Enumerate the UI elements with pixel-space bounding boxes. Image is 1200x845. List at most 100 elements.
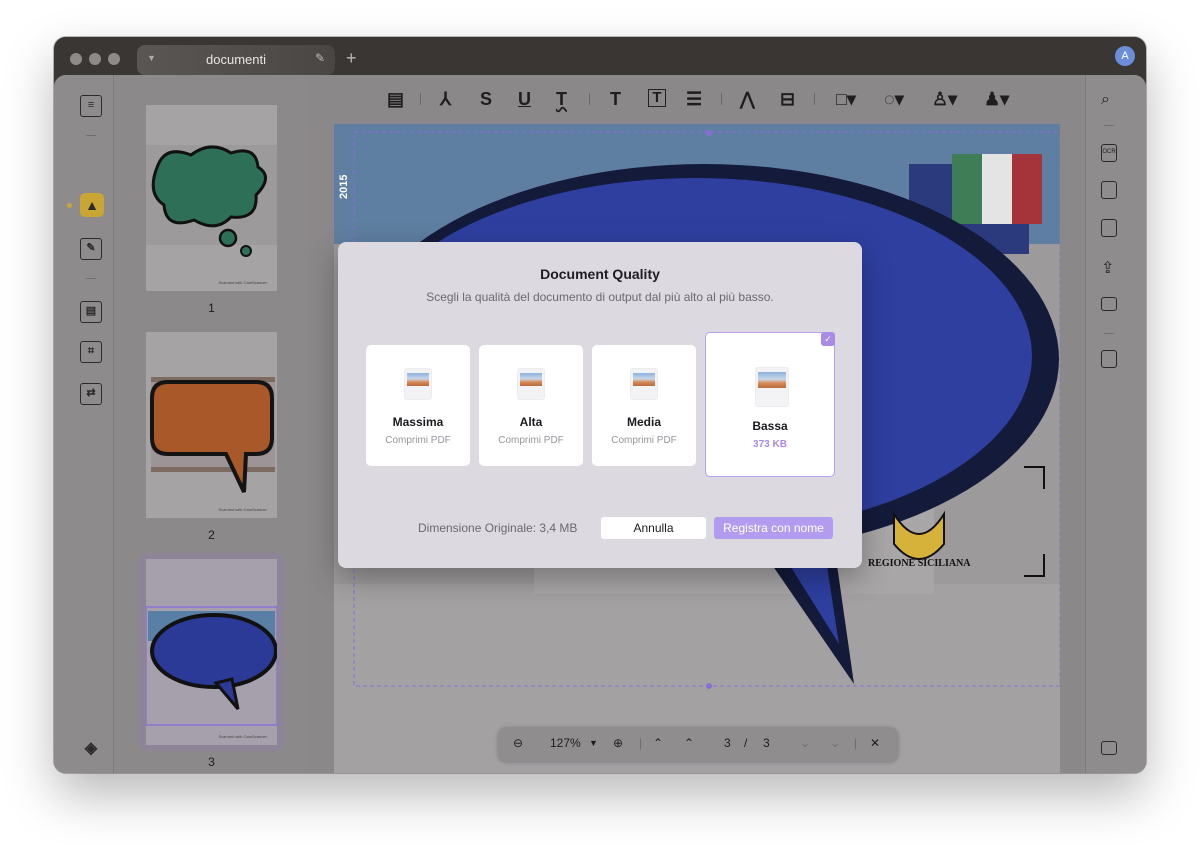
active-indicator — [67, 203, 72, 208]
crop-icon[interactable]: ⌗ — [80, 341, 102, 363]
page-2-preview — [150, 377, 275, 493]
zoom-level[interactable]: 127% — [550, 736, 581, 750]
divider — [814, 93, 815, 105]
shape-icon[interactable]: □▾ — [836, 89, 856, 110]
thumbnail-caption: Scanned with CamScanner — [218, 734, 267, 739]
document-tab[interactable]: ▼ documenti ✎ — [137, 45, 335, 75]
underline-icon[interactable]: U — [518, 89, 531, 110]
divider — [86, 278, 96, 279]
zoom-dropdown-icon[interactable]: ▼ — [589, 738, 598, 748]
document-image-icon — [631, 369, 657, 399]
tab-title: documenti — [206, 52, 266, 67]
squiggly-icon[interactable]: T — [556, 89, 567, 110]
save-icon[interactable] — [1101, 350, 1117, 368]
divider: | — [854, 736, 858, 750]
option-description: Comprimi PDF — [611, 435, 677, 446]
highlight-icon[interactable]: ⅄ — [440, 89, 451, 110]
callout-icon[interactable]: ☰ — [686, 89, 702, 110]
ocr-icon[interactable]: OCR — [1101, 144, 1117, 162]
left-toolbar: ≡ ▲ ✎ ▤ ⌗ ⇄ ◈ ⛉ — [54, 75, 114, 773]
text-icon[interactable]: T — [610, 89, 621, 110]
convert-icon[interactable] — [1101, 181, 1117, 199]
option-description: Comprimi PDF — [385, 435, 451, 446]
organize-pages-icon[interactable]: ▤ — [80, 301, 102, 323]
cancel-button[interactable]: Annulla — [601, 517, 706, 539]
reader-icon[interactable]: ≡ — [80, 95, 102, 117]
option-description: Comprimi PDF — [498, 435, 564, 446]
close-window-button[interactable] — [70, 53, 82, 65]
option-name: Massima — [392, 415, 444, 429]
save-as-button[interactable]: Registra con nome — [714, 517, 833, 539]
page-3-preview — [145, 606, 278, 726]
quality-option-media[interactable]: Media Comprimi PDF — [592, 345, 696, 466]
divider — [1104, 333, 1114, 334]
thumbnail-panel: Scanned with CamScanner 1 Scanned with C… — [115, 75, 308, 773]
dialog-title: Document Quality — [540, 266, 660, 282]
avatar[interactable]: A — [1115, 46, 1135, 66]
eraser-icon[interactable]: ⊟ — [780, 89, 795, 110]
convert-icon[interactable]: ⇄ — [80, 383, 102, 405]
first-page-icon[interactable]: ⌃ — [653, 736, 663, 750]
thumbnail-number: 1 — [208, 301, 215, 315]
page-navigation-bar: ⊖ 127% ▼ ⊕ | ⌃ ⌃ 3 / 3 ⌄ ⌄ | ✕ — [498, 727, 898, 761]
zoom-out-icon[interactable]: ⊖ — [513, 736, 523, 750]
search-icon[interactable]: ⌕ — [1101, 91, 1117, 109]
close-navigation-icon[interactable]: ✕ — [870, 736, 880, 750]
page-1-preview — [146, 145, 277, 257]
layers-icon[interactable]: ◈ — [80, 739, 102, 761]
strikethrough-icon[interactable]: S — [480, 89, 492, 110]
minimize-window-button[interactable] — [89, 53, 101, 65]
divider — [86, 135, 96, 136]
comment-icon[interactable]: ▤ — [387, 89, 404, 110]
page-region-text: REGIONE SICILIANA — [868, 558, 971, 569]
maximize-window-button[interactable] — [108, 53, 120, 65]
original-size-label: Dimensione Originale: 3,4 MB — [418, 521, 578, 535]
checkmark-icon: ✓ — [821, 332, 835, 346]
share-icon[interactable]: ⇪ — [1101, 258, 1117, 277]
document-image-icon — [756, 368, 788, 406]
option-file-size: 373 KB — [753, 439, 787, 450]
thumbnail-caption: Scanned with CamScanner — [218, 507, 267, 512]
new-tab-button[interactable]: + — [346, 48, 357, 69]
document-quality-dialog: Document Quality Scegli la qualità del d… — [338, 242, 862, 568]
signature-icon[interactable]: ♟▾ — [984, 89, 1009, 110]
thumbnail-number: 3 — [208, 755, 215, 769]
divider — [721, 93, 722, 105]
quality-option-bassa[interactable]: ✓ Bassa 373 KB — [705, 332, 835, 477]
divider: | — [639, 736, 643, 750]
quality-option-alta[interactable]: Alta Comprimi PDF — [479, 345, 583, 466]
thumbnail-caption: Scanned with CamScanner — [218, 280, 267, 285]
stamp-icon[interactable]: ♙▾ — [932, 89, 957, 110]
divider — [1104, 125, 1114, 126]
thumbnail-page-2[interactable]: Scanned with CamScanner — [146, 332, 277, 518]
previous-page-icon[interactable]: ⌃ — [684, 736, 694, 750]
document-image-icon — [518, 369, 544, 399]
current-page-input[interactable]: 3 — [724, 736, 731, 750]
dialog-subtitle: Scegli la qualità del documento di outpu… — [426, 290, 774, 304]
thumbnail-page-1[interactable]: Scanned with CamScanner — [146, 105, 277, 291]
total-pages: 3 — [763, 736, 770, 750]
comments-panel-icon[interactable] — [1101, 741, 1117, 755]
rename-tab-icon[interactable]: ✎ — [315, 51, 325, 65]
highlighter-icon[interactable]: ▲ — [80, 193, 104, 217]
quality-option-massima[interactable]: Massima Comprimi PDF — [366, 345, 470, 466]
page-separator: / — [744, 736, 748, 750]
protect-icon[interactable] — [1101, 219, 1117, 237]
textbox-icon[interactable]: T — [648, 89, 666, 107]
mail-icon[interactable] — [1101, 297, 1117, 311]
shape-dropdown-icon[interactable]: ◌▾ — [884, 89, 904, 110]
thumbnail-page-3[interactable]: Scanned with CamScanner — [145, 559, 278, 745]
edit-icon[interactable]: ✎ — [80, 238, 102, 260]
last-page-icon[interactable]: ⌄ — [830, 736, 840, 750]
right-toolbar: ⌕ OCR ⇪ — [1085, 75, 1146, 773]
next-page-icon[interactable]: ⌄ — [800, 736, 810, 750]
document-image-icon — [405, 369, 431, 399]
option-name: Alta — [519, 415, 543, 429]
divider — [589, 93, 590, 105]
pencil-icon[interactable]: ⋀ — [740, 89, 755, 110]
zoom-in-icon[interactable]: ⊕ — [613, 736, 623, 750]
divider — [420, 93, 421, 105]
thumbnail-number: 2 — [208, 528, 215, 542]
page-year-text: 2015 — [338, 174, 350, 199]
option-name: Media — [626, 415, 661, 429]
